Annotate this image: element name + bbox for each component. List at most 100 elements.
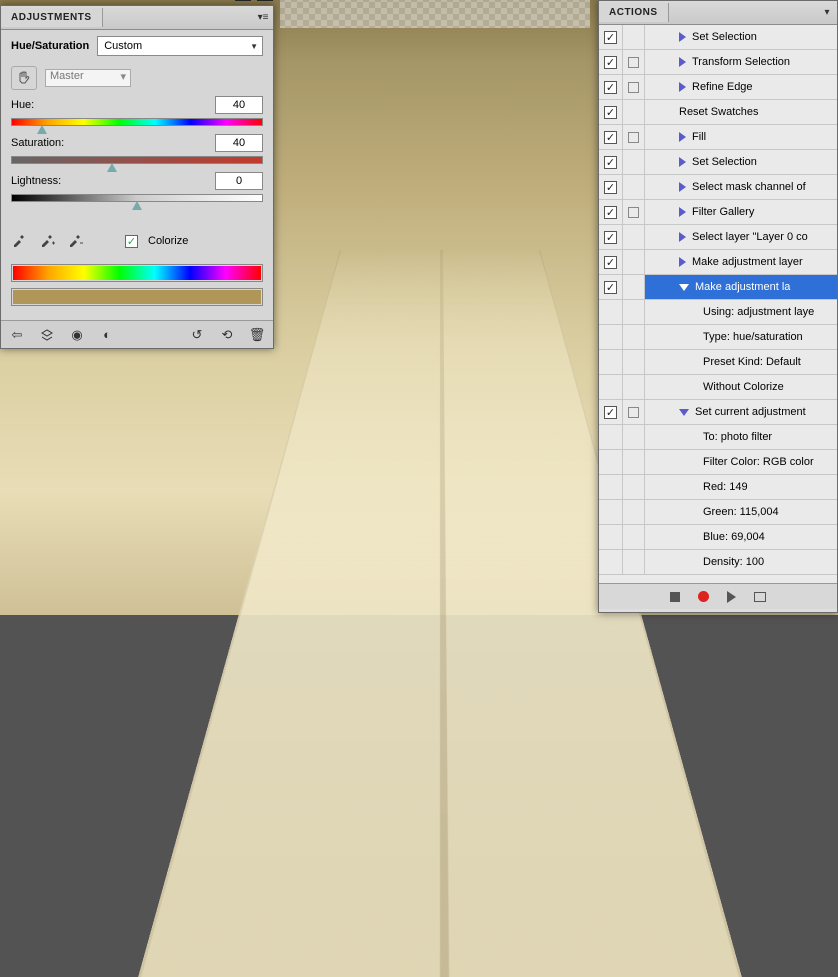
action-dialog-toggle[interactable] [623, 350, 645, 374]
disclosure-triangle-icon[interactable] [679, 132, 686, 142]
actions-menu-icon[interactable]: ▾ [817, 7, 837, 18]
action-dialog-toggle[interactable] [623, 250, 645, 274]
hue-track[interactable] [11, 118, 263, 126]
disclosure-triangle-icon[interactable] [679, 257, 686, 267]
lightness-track[interactable] [11, 194, 263, 202]
action-dialog-toggle[interactable] [623, 75, 645, 99]
action-dialog-toggle[interactable] [623, 400, 645, 424]
action-row[interactable]: Refine Edge [599, 75, 837, 100]
panel-menu-icon[interactable]: ▾≡ [253, 12, 273, 23]
action-row[interactable]: Reset Swatches [599, 100, 837, 125]
action-dialog-toggle[interactable] [623, 325, 645, 349]
hue-thumb[interactable] [37, 125, 47, 134]
record-icon[interactable] [698, 591, 709, 602]
action-enable-checkbox[interactable] [599, 300, 623, 324]
action-row[interactable]: Density: 100 [599, 550, 837, 575]
tab-actions[interactable]: ACTIONS [599, 3, 669, 22]
action-enable-checkbox[interactable] [599, 425, 623, 449]
action-dialog-toggle[interactable] [623, 550, 645, 574]
tab-adjustments[interactable]: ADJUSTMENTS [1, 8, 103, 27]
action-dialog-toggle[interactable] [623, 150, 645, 174]
eyedropper-icon[interactable] [11, 232, 29, 250]
new-set-icon[interactable] [754, 592, 766, 602]
action-dialog-toggle[interactable] [623, 275, 645, 299]
action-dialog-toggle[interactable] [623, 100, 645, 124]
action-dialog-toggle[interactable] [623, 500, 645, 524]
preset-select[interactable]: Custom [97, 36, 263, 56]
action-enable-checkbox[interactable] [599, 150, 623, 174]
action-enable-checkbox[interactable] [599, 450, 623, 474]
action-row[interactable]: Set Selection [599, 150, 837, 175]
action-dialog-toggle[interactable] [623, 450, 645, 474]
action-enable-checkbox[interactable] [599, 325, 623, 349]
action-row[interactable]: Make adjustment la [599, 275, 837, 300]
play-icon[interactable] [727, 591, 736, 603]
action-row[interactable]: Filter Gallery [599, 200, 837, 225]
channel-select[interactable]: Master [45, 69, 131, 87]
action-enable-checkbox[interactable] [599, 375, 623, 399]
action-enable-checkbox[interactable] [599, 225, 623, 249]
action-dialog-toggle[interactable] [623, 225, 645, 249]
action-dialog-toggle[interactable] [623, 525, 645, 549]
action-row[interactable]: Type: hue/saturation [599, 325, 837, 350]
reset-ring-icon[interactable]: ↺ [189, 327, 205, 343]
action-row[interactable]: Blue: 69,004 [599, 525, 837, 550]
close-icon[interactable]: ✕ [257, 0, 273, 1]
action-row[interactable]: Transform Selection [599, 50, 837, 75]
action-enable-checkbox[interactable] [599, 550, 623, 574]
action-enable-checkbox[interactable] [599, 50, 623, 74]
action-enable-checkbox[interactable] [599, 350, 623, 374]
action-enable-checkbox[interactable] [599, 475, 623, 499]
collapse-icon[interactable]: ◀◀ [235, 0, 251, 1]
action-row[interactable]: Set current adjustment [599, 400, 837, 425]
disclosure-triangle-icon[interactable] [679, 157, 686, 167]
action-row[interactable]: Green: 115,004 [599, 500, 837, 525]
action-row[interactable]: Red: 149 [599, 475, 837, 500]
action-row[interactable]: To: photo filter [599, 425, 837, 450]
action-dialog-toggle[interactable] [623, 475, 645, 499]
disclosure-triangle-icon[interactable] [679, 232, 686, 242]
action-enable-checkbox[interactable] [599, 25, 623, 49]
saturation-track[interactable] [11, 156, 263, 164]
action-row[interactable]: Select layer "Layer 0 co [599, 225, 837, 250]
hue-input[interactable] [215, 96, 263, 114]
colorize-checkbox[interactable] [125, 235, 138, 248]
back-arrow-icon[interactable]: ⇦ [9, 327, 25, 343]
action-row[interactable]: Set Selection [599, 25, 837, 50]
disclosure-triangle-icon[interactable] [679, 409, 689, 416]
trash-icon[interactable]: 🗑 [249, 327, 265, 343]
action-enable-checkbox[interactable] [599, 250, 623, 274]
action-enable-checkbox[interactable] [599, 400, 623, 424]
action-dialog-toggle[interactable] [623, 425, 645, 449]
action-enable-checkbox[interactable] [599, 275, 623, 299]
action-dialog-toggle[interactable] [623, 125, 645, 149]
action-enable-checkbox[interactable] [599, 525, 623, 549]
saturation-input[interactable] [215, 134, 263, 152]
action-row[interactable]: Using: adjustment laye [599, 300, 837, 325]
lightness-thumb[interactable] [132, 201, 142, 210]
saturation-thumb[interactable] [107, 163, 117, 172]
action-dialog-toggle[interactable] [623, 175, 645, 199]
hand-icon[interactable] [11, 66, 37, 90]
action-enable-checkbox[interactable] [599, 200, 623, 224]
action-row[interactable]: Make adjustment layer [599, 250, 837, 275]
stop-icon[interactable] [670, 592, 680, 602]
action-dialog-toggle[interactable] [623, 375, 645, 399]
disclosure-triangle-icon[interactable] [679, 182, 686, 192]
action-dialog-toggle[interactable] [623, 200, 645, 224]
view-icon[interactable]: ◐ [99, 327, 115, 343]
reset-icon[interactable]: ⟲ [219, 327, 235, 343]
disclosure-triangle-icon[interactable] [679, 82, 686, 92]
eyedropper-plus-icon[interactable] [39, 232, 57, 250]
action-enable-checkbox[interactable] [599, 500, 623, 524]
action-row[interactable]: Filter Color: RGB color [599, 450, 837, 475]
disclosure-triangle-icon[interactable] [679, 32, 686, 42]
action-enable-checkbox[interactable] [599, 175, 623, 199]
action-dialog-toggle[interactable] [623, 25, 645, 49]
action-row[interactable]: Without Colorize [599, 375, 837, 400]
action-enable-checkbox[interactable] [599, 75, 623, 99]
action-enable-checkbox[interactable] [599, 100, 623, 124]
eyedropper-minus-icon[interactable] [67, 232, 85, 250]
layers-icon[interactable] [39, 327, 55, 343]
disclosure-triangle-icon[interactable] [679, 57, 686, 67]
